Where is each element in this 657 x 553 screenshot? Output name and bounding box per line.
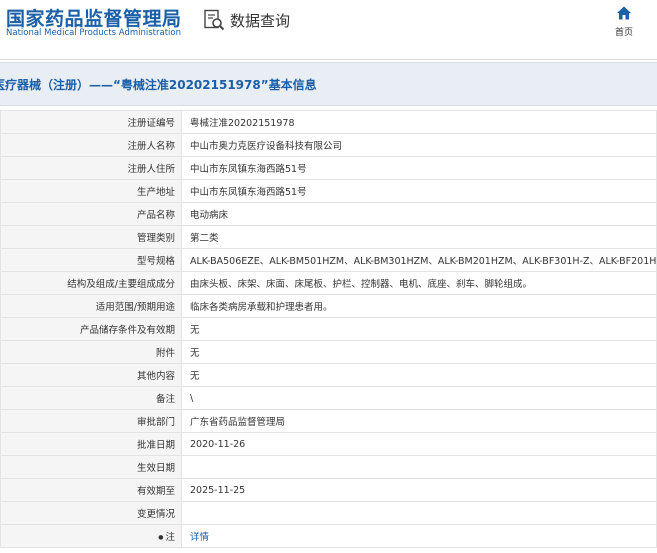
field-label: 产品储存条件及有效期 — [0, 317, 182, 341]
document-search-icon — [204, 9, 225, 31]
detail-link[interactable]: 详情 — [190, 532, 209, 543]
header-divider — [0, 59, 657, 60]
field-label: 型号规格 — [0, 248, 182, 272]
field-label: 审批部门 — [0, 409, 182, 433]
note-value: 详情 — [181, 524, 657, 548]
home-button[interactable]: 首页 — [609, 5, 639, 38]
table-row: 结构及组成/主要组成成分 由床头板、床架、床面、床尾板、护栏、控制器、电机、底座、… — [0, 271, 657, 295]
data-query-label: 数据查询 — [230, 11, 291, 30]
home-icon — [617, 6, 631, 20]
field-label: 结构及组成/主要组成成分 — [0, 271, 182, 295]
table-row: 产品储存条件及有效期无 — [0, 317, 657, 341]
note-label-text: 注 — [165, 532, 175, 543]
table-row: 附件无 — [0, 340, 657, 364]
site-title: 国家药品监督管理局 — [6, 8, 182, 30]
field-value: ALK-BA506EZE、ALK-BM501HZM、ALK-BM301HZM、A… — [181, 248, 657, 272]
site-header: 国家药品监督管理局 National Medical Products Admi… — [0, 0, 657, 62]
table-row: 有效期至 2025-11-25 — [0, 478, 657, 502]
table-row: 其他内容无 — [0, 363, 657, 387]
table-row: 适用范围/预期用途 临床各类病房承载和护理患者用。 — [0, 294, 657, 318]
field-label: 生产地址 — [0, 179, 182, 203]
field-value: 由床头板、床架、床面、床尾板、护栏、控制器、电机、底座、刹车、脚轮组成。 — [181, 271, 657, 295]
table-row: 生效日期 — [0, 455, 657, 479]
data-query-heading: 数据查询 — [203, 9, 290, 31]
field-label: 管理类别 — [0, 225, 182, 249]
field-value: 广东省药品监督管理局 — [181, 409, 657, 433]
field-label: 批准日期 — [0, 432, 182, 456]
table-row: 变更情况 — [0, 501, 657, 525]
field-value: 粤械注准20202151978 — [181, 110, 657, 134]
field-value: 无 — [181, 363, 657, 387]
site-subtitle: National Medical Products Administration — [6, 28, 181, 38]
section-header: 医疗器械（注册）——“粤械注准20202151978”基本信息 — [0, 62, 657, 106]
field-label: 适用范围/预期用途 — [0, 294, 182, 318]
field-label: 其他内容 — [0, 363, 182, 387]
table-row: 型号规格 ALK-BA506EZE、ALK-BM501HZM、ALK-BM301H… — [0, 248, 657, 272]
table-row: 产品名称 电动病床 — [0, 202, 657, 226]
field-value — [181, 455, 657, 479]
field-value: 中山市奥力克医疗设备科技有限公司 — [181, 133, 657, 157]
field-label: 变更情况 — [0, 501, 182, 525]
field-value: 无 — [181, 317, 657, 341]
note-label: ● 注 — [0, 524, 182, 548]
field-value: 2025-11-25 — [181, 478, 657, 502]
table-row: 管理类别 第二类 — [0, 225, 657, 249]
field-label: 产品名称 — [0, 202, 182, 226]
table-row: 备注 \ — [0, 386, 657, 410]
field-value: \ — [181, 386, 657, 410]
field-value: 中山市东凤镇东海西路51号 — [181, 179, 657, 203]
table-row: 批准日期 2020-11-26 — [0, 432, 657, 456]
field-label: 有效期至 — [0, 478, 182, 502]
section-title: 医疗器械（注册）——“粤械注准20202151978”基本信息 — [0, 77, 317, 92]
table-row: 注册证编号 粤械注准20202151978 — [0, 110, 657, 134]
note-row: ● 注详情 — [0, 524, 657, 548]
field-value: 临床各类病房承载和护理患者用。 — [181, 294, 657, 318]
bullet-icon: ● — [158, 534, 164, 541]
table-row: 审批部门 广东省药品监督管理局 — [0, 409, 657, 433]
table-row: 注册人名称 中山市奥力克医疗设备科技有限公司 — [0, 133, 657, 157]
field-value: 2020-11-26 — [181, 432, 657, 456]
field-value — [181, 501, 657, 525]
field-label: 注册人住所 — [0, 156, 182, 180]
table-row: 注册人住所 中山市东凤镇东海西路51号 — [0, 156, 657, 180]
field-value: 第二类 — [181, 225, 657, 249]
table-row: 生产地址 中山市东凤镇东海西路51号 — [0, 179, 657, 203]
field-label: 备注 — [0, 386, 182, 410]
field-label: 注册人名称 — [0, 133, 182, 157]
field-label: 注册证编号 — [0, 110, 182, 134]
field-label: 生效日期 — [0, 455, 182, 479]
field-value: 电动病床 — [181, 202, 657, 226]
home-label: 首页 — [614, 28, 633, 38]
field-value: 无 — [181, 340, 657, 364]
field-label: 附件 — [0, 340, 182, 364]
basic-info-table: 注册证编号 粤械注准20202151978 注册人名称 中山市奥力克医疗设备科技有限公… — [0, 110, 657, 548]
field-value: 中山市东凤镇东海西路51号 — [181, 156, 657, 180]
